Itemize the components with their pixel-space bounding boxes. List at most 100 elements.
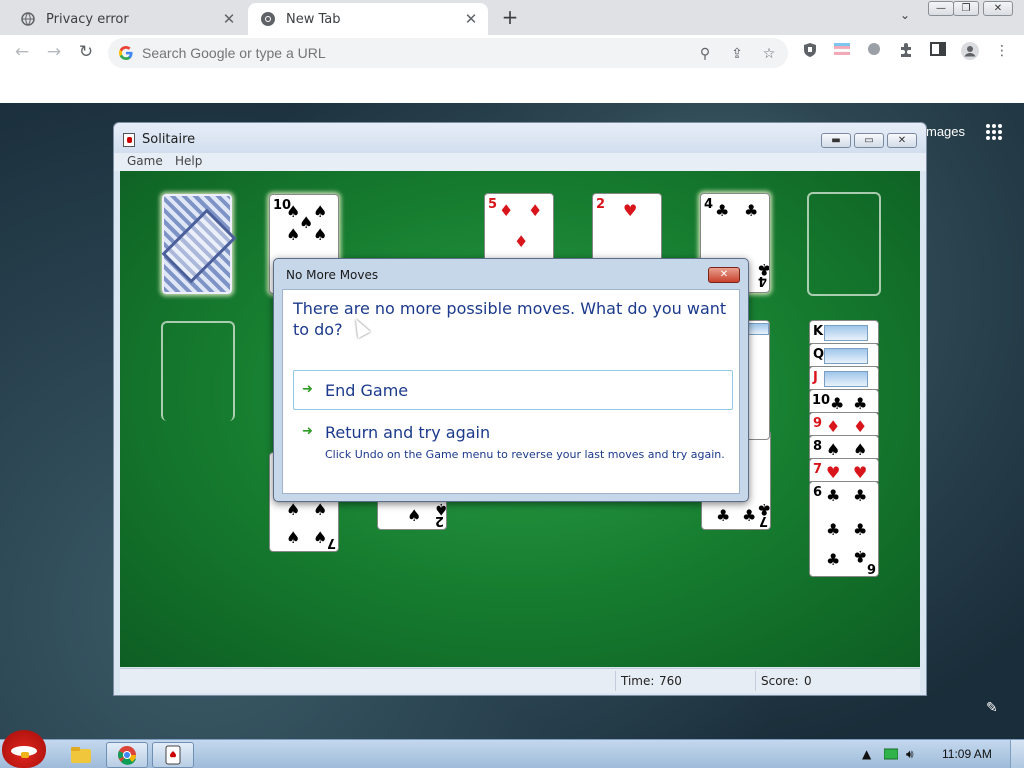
- solitaire-title: Solitaire: [142, 132, 196, 147]
- tab-new-tab[interactable]: New Tab ✕: [248, 3, 488, 35]
- status-bar: Time: 760 Score: 0: [120, 668, 920, 693]
- tab-privacy-error[interactable]: Privacy error ✕: [8, 3, 246, 35]
- bookmark-star-icon[interactable]: ☆: [760, 45, 778, 63]
- dialog-close-button[interactable]: ✕: [708, 267, 740, 283]
- new-tab-button[interactable]: +: [498, 6, 522, 30]
- tableau-card-six-clubs[interactable]: 6 ♣ ♣ ♣ ♣ ♣ ♣ 6: [809, 481, 879, 577]
- forward-button[interactable]: →: [42, 40, 66, 64]
- option-label: End Game: [325, 381, 409, 400]
- tab-title: Privacy error: [46, 11, 129, 27]
- card-suit: ♣: [853, 394, 868, 413]
- taskbar-chrome-icon[interactable]: [106, 742, 148, 768]
- card-rank: 4: [704, 197, 714, 212]
- card-suit: ♣: [853, 520, 868, 539]
- card-suit: ♠: [853, 440, 868, 459]
- card-suit: ♣: [853, 486, 868, 505]
- card-rank: 4: [758, 273, 768, 288]
- tab-close-icon[interactable]: ✕: [462, 10, 480, 28]
- tab-close-icon[interactable]: ✕: [220, 10, 238, 28]
- end-game-option[interactable]: ➜ End Game: [293, 370, 733, 410]
- show-desktop-button[interactable]: [1010, 740, 1024, 768]
- tableau-card-queen[interactable]: Q: [809, 343, 879, 367]
- tableau-empty-slot[interactable]: [161, 321, 235, 421]
- images-link[interactable]: mages: [926, 124, 965, 139]
- card-suit: ♥: [826, 463, 841, 482]
- card-rank: 8: [813, 439, 823, 454]
- taskbar: ▲ 🔊︎ 11:09 AM: [0, 730, 1024, 768]
- card-suit: ♥: [623, 201, 638, 220]
- tableau-card-king[interactable]: K: [809, 320, 879, 344]
- card-rank: 2: [596, 197, 606, 212]
- minimize-button[interactable]: —: [928, 1, 954, 16]
- menu-help[interactable]: Help: [175, 154, 202, 168]
- network-icon[interactable]: [883, 748, 899, 763]
- taskbar-solitaire-icon[interactable]: [152, 742, 194, 768]
- tableau-card-seven-hearts[interactable]: 7 ♥ ♥: [809, 458, 879, 482]
- stock-pile[interactable]: [162, 194, 232, 294]
- side-panel-icon[interactable]: [929, 42, 947, 60]
- share-icon[interactable]: ⇪: [728, 45, 746, 63]
- restore-button[interactable]: ❐: [953, 1, 979, 16]
- return-try-again-option[interactable]: ➜ Return and try again Click Undo on the…: [293, 412, 733, 484]
- card-rank: J: [813, 370, 818, 385]
- menu-game[interactable]: Game: [127, 154, 163, 168]
- time-label: Time:: [621, 674, 655, 688]
- solitaire-minimize-button[interactable]: ▬: [821, 133, 851, 148]
- google-apps-icon[interactable]: [986, 124, 1002, 140]
- solitaire-close-button[interactable]: ✕: [887, 133, 917, 148]
- card-rank: 5: [488, 197, 498, 212]
- volume-icon[interactable]: 🔊︎: [906, 747, 914, 762]
- option-label: Return and try again: [325, 423, 491, 442]
- card-suit: ♠: [313, 528, 328, 547]
- solitaire-maximize-button[interactable]: ▭: [854, 133, 884, 148]
- close-window-button[interactable]: ✕: [983, 1, 1013, 16]
- tray-overflow-icon[interactable]: ▲: [862, 747, 871, 761]
- status-separator: [615, 671, 616, 691]
- chrome-menu-icon[interactable]: ⋮: [993, 42, 1011, 60]
- foundation-empty-slot[interactable]: [807, 192, 881, 296]
- omnibox[interactable]: ⚲ ⇪ ☆: [108, 38, 788, 68]
- tableau-card-jack[interactable]: J: [809, 366, 879, 390]
- score-value: 0: [804, 674, 812, 688]
- card-suit: ♠: [407, 506, 422, 525]
- solitaire-titlebar[interactable]: Solitaire ▬ ▭ ✕: [114, 123, 926, 153]
- zoom-icon[interactable]: ⚲: [696, 45, 714, 63]
- card-suit: ♣: [853, 547, 868, 566]
- dialog-body: There are no more possible moves. What d…: [282, 289, 740, 494]
- card-suit: ♣: [742, 506, 757, 525]
- green-arrow-icon: ➜: [302, 382, 313, 397]
- card-rank: 7: [327, 535, 337, 550]
- face-card-art: [824, 325, 868, 341]
- back-button[interactable]: ←: [10, 40, 34, 64]
- card-suit: ♦: [514, 232, 529, 251]
- card-suit: ♦: [528, 201, 543, 220]
- tableau-card-eight-spades[interactable]: 8 ♠ ♠: [809, 435, 879, 459]
- extensions-puzzle-icon[interactable]: [897, 42, 915, 60]
- card-suit: ♠: [826, 440, 841, 459]
- omnibox-input[interactable]: [142, 43, 682, 63]
- start-button-icon[interactable]: [2, 730, 46, 768]
- status-separator: [755, 671, 756, 691]
- card-suit: ♣: [716, 506, 731, 525]
- tab-search-chevron-icon[interactable]: ⌄: [896, 8, 914, 26]
- taskbar-clock[interactable]: 11:09 AM: [942, 747, 992, 761]
- customize-pencil-icon[interactable]: ✎: [986, 700, 1002, 716]
- flag-extension-icon[interactable]: [833, 42, 851, 60]
- leaf-extension-icon[interactable]: [865, 42, 883, 60]
- card-rank: 10: [812, 393, 831, 408]
- tableau-card-ten-clubs[interactable]: 10 ♣ ♣: [809, 389, 879, 413]
- tableau-card-nine-diamonds[interactable]: 9 ♦ ♦: [809, 412, 879, 436]
- card-suit: ♦: [499, 201, 514, 220]
- option-note: Click Undo on the Game menu to reverse y…: [325, 448, 725, 461]
- profile-avatar-icon[interactable]: [961, 42, 979, 60]
- card-rank: 7: [759, 513, 769, 528]
- card-rank: K: [813, 324, 824, 339]
- no-more-moves-dialog: No More Moves ✕ There are no more possib…: [273, 258, 749, 502]
- shield-extension-icon[interactable]: [801, 42, 819, 60]
- green-arrow-icon: ➜: [302, 424, 313, 439]
- taskbar-explorer-icon[interactable]: [60, 742, 102, 768]
- score-label: Score:: [761, 674, 799, 688]
- reload-button[interactable]: ↻: [74, 40, 98, 64]
- card-suit: ♠: [286, 528, 301, 547]
- solitaire-app-icon: [123, 133, 135, 147]
